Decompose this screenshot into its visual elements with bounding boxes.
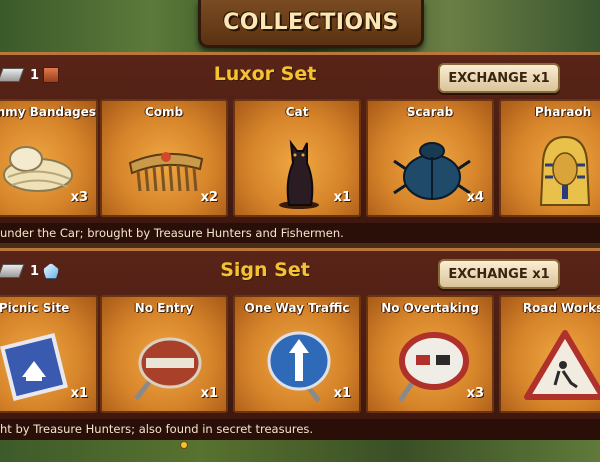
set-source-info: ht by Treasure Hunters; also found in se… (0, 419, 600, 439)
pharaoh-mask-icon (539, 135, 591, 206)
set-title: Luxor Set (213, 63, 317, 85)
collection-set-luxor: 1 Luxor Set EXCHANGE x1 Mummy Bandages x… (0, 52, 600, 243)
reward-count: 1 (30, 67, 40, 83)
collections-title-plaque: COLLECTIONS (198, 0, 424, 48)
item-card[interactable]: Scarab x4 (366, 99, 494, 217)
item-count: x1 (333, 386, 351, 401)
reward-count: 1 (30, 263, 40, 279)
item-name: Pharaoh (534, 105, 592, 119)
item-name: Picnic Site (0, 301, 70, 315)
item-card[interactable]: No Entry x1 (100, 295, 228, 413)
item-name: Road Works (522, 301, 600, 315)
set-reward: 1 (0, 67, 60, 83)
item-count: x1 (200, 386, 218, 401)
item-name: No Entry (134, 301, 194, 315)
set-source-info: under the Car; brought by Treasure Hunte… (0, 223, 600, 243)
exchange-button[interactable]: EXCHANGE x1 (438, 63, 560, 93)
set-title: Sign Set (220, 259, 310, 281)
item-card[interactable]: Picnic Site x1 (0, 295, 98, 413)
item-name: Comb (144, 105, 184, 119)
item-card[interactable]: Road Works (499, 295, 600, 413)
item-count: x1 (70, 386, 88, 401)
item-count: x4 (466, 190, 484, 205)
road-works-sign-icon (524, 330, 600, 400)
set-header: 1 Sign Set EXCHANGE x1 (0, 251, 600, 293)
item-card[interactable]: No Overtaking x3 (366, 295, 494, 413)
item-name: One Way Traffic (244, 301, 350, 315)
item-cards: Picnic Site x1 No Entry x1 One Way Traff… (0, 295, 600, 415)
metal-bar-icon (0, 264, 25, 278)
item-card[interactable]: Mummy Bandages x3 (0, 99, 98, 217)
collection-set-sign: 1 Sign Set EXCHANGE x1 Picnic Site x1 No… (0, 248, 600, 440)
item-card[interactable]: Pharaoh (499, 99, 600, 217)
item-name: Scarab (406, 105, 454, 119)
item-card[interactable]: Comb x2 (100, 99, 228, 217)
set-header: 1 Luxor Set EXCHANGE x1 (0, 55, 600, 97)
page-indicator-dot[interactable] (180, 441, 188, 449)
item-count: x2 (200, 190, 218, 205)
metal-bar-icon (0, 68, 25, 82)
item-card[interactable]: One Way Traffic x1 (233, 295, 361, 413)
item-count: x3 (70, 190, 88, 205)
brick-icon (43, 67, 60, 83)
crystal-icon (43, 263, 60, 279)
item-count: x1 (333, 190, 351, 205)
item-name: Cat (285, 105, 309, 119)
item-name: No Overtaking (381, 301, 479, 315)
exchange-button[interactable]: EXCHANGE x1 (438, 259, 560, 289)
set-reward: 1 (0, 263, 60, 279)
item-card[interactable]: Cat x1 (233, 99, 361, 217)
page-title: COLLECTIONS (223, 10, 399, 35)
item-cards: Mummy Bandages x3 Comb x2 (0, 99, 600, 219)
item-name: Mummy Bandages (0, 105, 96, 119)
footer-scenery (0, 440, 600, 462)
item-count: x3 (466, 386, 484, 401)
